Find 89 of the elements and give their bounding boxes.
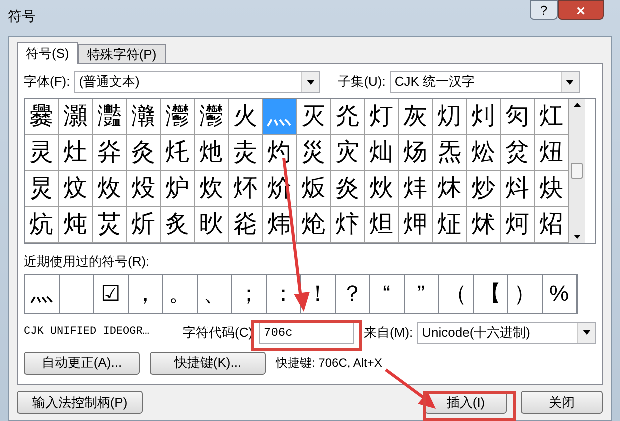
symbol-cell[interactable]: 炎 xyxy=(331,171,365,207)
tab[interactable]: 符号(S) xyxy=(17,42,78,64)
symbol-cell[interactable]: 炠 xyxy=(399,207,433,243)
symbol-cell[interactable]: 灮 xyxy=(331,99,365,135)
symbol-cell[interactable]: 炘 xyxy=(127,207,161,243)
symbol-cell[interactable]: 炏 xyxy=(365,171,399,207)
close-dialog-button[interactable]: 关闭 xyxy=(521,391,603,414)
symbol-cell[interactable]: 炆 xyxy=(59,171,93,207)
symbol-cell[interactable]: 灩 xyxy=(93,99,127,135)
symbol-cell[interactable]: 災 xyxy=(297,135,331,171)
symbol-cell[interactable]: 炍 xyxy=(297,171,331,207)
symbol-cell[interactable]: 灱 xyxy=(433,99,467,135)
symbol-cell[interactable]: 炁 xyxy=(433,135,467,171)
dropdown[interactable]: CJK 统一汉字 xyxy=(390,71,580,93)
help-button[interactable]: ? xyxy=(530,0,558,20)
dialog-button[interactable]: 自动更正(A)... xyxy=(24,352,140,374)
symbol-cell[interactable]: 炝 xyxy=(297,207,331,243)
symbol-cell[interactable]: 灰 xyxy=(399,99,433,135)
symbol-cell[interactable]: 灸 xyxy=(127,135,161,171)
window-title: 符号 xyxy=(8,7,37,26)
symbol-cell[interactable]: 灪 xyxy=(195,99,229,135)
dialog-button[interactable]: 快捷键(K)... xyxy=(150,352,266,374)
symbol-cell[interactable]: 炞 xyxy=(331,207,365,243)
symbol-cell[interactable]: 炢 xyxy=(467,207,501,243)
symbol-cell[interactable]: 火 xyxy=(229,99,263,135)
symbol-cell[interactable]: 炄 xyxy=(535,135,569,171)
caret-icon xyxy=(306,80,315,84)
symbol-cell[interactable]: 炅 xyxy=(25,171,59,207)
scrollbar[interactable] xyxy=(569,99,585,243)
symbol-cell[interactable]: 炟 xyxy=(365,207,399,243)
scroll-down-icon[interactable] xyxy=(574,235,580,239)
symbol-cell[interactable]: 灿 xyxy=(365,135,399,171)
ime-button[interactable]: 输入法控制柄(P) xyxy=(17,391,143,414)
symbol-cell[interactable]: 灾 xyxy=(331,135,365,171)
symbol-cell[interactable]: 炡 xyxy=(433,207,467,243)
symbol-cell[interactable]: 炊 xyxy=(195,171,229,207)
font-label: 字体(F): xyxy=(24,73,70,92)
tab[interactable]: 特殊字符(P) xyxy=(78,44,166,63)
symbol-cell[interactable]: 炚 xyxy=(195,207,229,243)
symbol-cell[interactable]: 炀 xyxy=(399,135,433,171)
symbol-cell[interactable]: 灹 xyxy=(161,135,195,171)
symbol-cell[interactable]: 灝 xyxy=(59,99,93,135)
from-label: 来自(M): xyxy=(364,324,414,342)
symbol-cell[interactable]: 炐 xyxy=(399,171,433,207)
symbol-cell[interactable]: 炒 xyxy=(467,171,501,207)
symbol-cell[interactable]: 炜 xyxy=(263,207,297,243)
symbol-cell[interactable]: 灶 xyxy=(59,135,93,171)
symbol-cell[interactable]: 炔 xyxy=(535,171,569,207)
scroll-up-icon[interactable] xyxy=(574,103,580,107)
symbol-cell[interactable]: 灲 xyxy=(467,99,501,135)
subset-label: 子集(U): xyxy=(338,73,386,92)
recent-label: 近期使用过的符号(R): xyxy=(24,253,151,271)
symbol-cell[interactable]: 炕 xyxy=(25,207,59,243)
dropdown[interactable]: Unicode(十六进制) xyxy=(417,322,596,344)
symbol-cell[interactable]: 炛 xyxy=(229,207,263,243)
symbol-cell[interactable]: 灳 xyxy=(501,99,535,135)
symbol-cell[interactable]: 灭 xyxy=(297,99,331,135)
symbol-cell[interactable]: 灼 xyxy=(263,135,297,171)
symbol-cell[interactable]: 炇 xyxy=(93,171,127,207)
symbol-cell[interactable]: 炋 xyxy=(229,171,263,207)
symbol-cell[interactable]: 灵 xyxy=(25,135,59,171)
symbol-cell[interactable]: 灯 xyxy=(365,99,399,135)
shortcut-text: 快捷键: 706C, Alt+X xyxy=(276,355,382,372)
symbol-cell[interactable]: 炖 xyxy=(59,207,93,243)
symbol-cell[interactable]: 灷 xyxy=(93,135,127,171)
symbol-cell[interactable]: 炓 xyxy=(501,171,535,207)
code-field[interactable]: 706c xyxy=(259,322,354,344)
symbol-cell[interactable]: 炉 xyxy=(161,171,195,207)
symbol-cell[interactable]: 炣 xyxy=(501,207,535,243)
symbol-cell[interactable]: 炤 xyxy=(535,207,569,243)
scroll-thumb[interactable] xyxy=(571,163,583,179)
symbol-cell[interactable]: 炃 xyxy=(501,135,535,171)
symbol-cell[interactable]: 炑 xyxy=(433,171,467,207)
symbol-cell[interactable]: 灪 xyxy=(161,99,195,135)
symbol-cell[interactable]: 炙 xyxy=(161,207,195,243)
symbol-cell[interactable]: 灨 xyxy=(127,99,161,135)
annotation-arrow xyxy=(385,368,436,409)
close-button[interactable]: × xyxy=(558,0,604,20)
caret-icon xyxy=(566,80,574,84)
symbol-cell[interactable]: 炗 xyxy=(93,207,127,243)
symbol-cell[interactable]: 灺 xyxy=(195,135,229,171)
symbol-cell[interactable]: 灻 xyxy=(229,135,263,171)
symbol-cell[interactable]: 炂 xyxy=(467,135,501,171)
symbol-cell[interactable]: 炈 xyxy=(127,171,161,207)
caret-icon xyxy=(582,330,590,335)
symbol-cell[interactable]: 灴 xyxy=(535,99,569,135)
character-name: CJK UNIFIED IDEOGR… xyxy=(24,325,150,340)
symbol-cell[interactable]: 爨 xyxy=(25,99,59,135)
dropdown[interactable]: (普通文本) xyxy=(74,71,320,93)
